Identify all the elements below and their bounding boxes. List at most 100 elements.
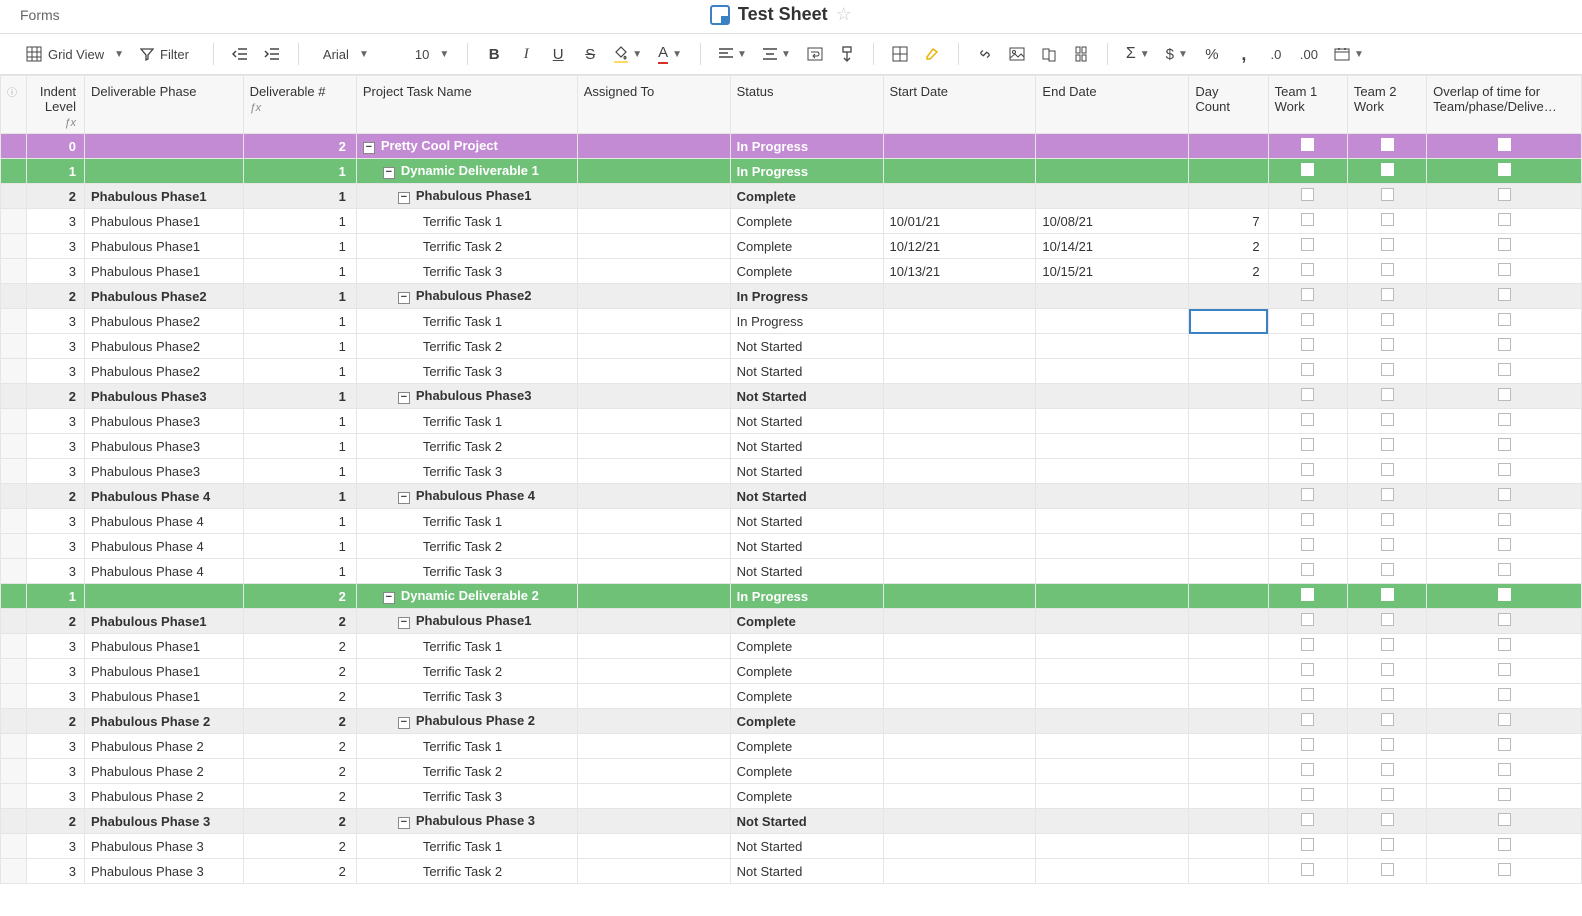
cell-team2[interactable] bbox=[1347, 159, 1426, 184]
cell-task[interactable]: −Phabulous Phase 2 bbox=[356, 709, 577, 734]
cell-overlap[interactable] bbox=[1427, 809, 1582, 834]
cell-sdate[interactable] bbox=[883, 834, 1036, 859]
cell-status[interactable]: Complete bbox=[730, 634, 883, 659]
cell-team1[interactable] bbox=[1268, 284, 1347, 309]
cell-sdate[interactable] bbox=[883, 759, 1036, 784]
cell-status[interactable]: In Progress bbox=[730, 284, 883, 309]
cell-sdate[interactable] bbox=[883, 359, 1036, 384]
cell-team2[interactable] bbox=[1347, 209, 1426, 234]
cell-assign[interactable] bbox=[577, 584, 730, 609]
row-handle[interactable] bbox=[1, 859, 27, 884]
cell-sdate[interactable] bbox=[883, 659, 1036, 684]
cell-status[interactable]: Not Started bbox=[730, 459, 883, 484]
checkbox-icon[interactable] bbox=[1301, 338, 1314, 351]
cell-phase[interactable]: Phabulous Phase 3 bbox=[84, 809, 243, 834]
cell-task[interactable]: −Phabulous Phase 3 bbox=[356, 809, 577, 834]
cell-edate[interactable] bbox=[1036, 509, 1189, 534]
cell-edate[interactable] bbox=[1036, 659, 1189, 684]
cell-status[interactable]: Not Started bbox=[730, 359, 883, 384]
cell-task[interactable]: Terrific Task 1 bbox=[356, 634, 577, 659]
checkbox-icon[interactable] bbox=[1301, 688, 1314, 701]
cell-indent[interactable]: 0 bbox=[27, 134, 85, 159]
checkbox-icon[interactable] bbox=[1301, 463, 1314, 476]
checkbox-icon[interactable] bbox=[1498, 788, 1511, 801]
checkbox-icon[interactable] bbox=[1381, 313, 1394, 326]
font-size-select[interactable]: 10▼ bbox=[403, 40, 455, 68]
checkbox-icon[interactable] bbox=[1498, 638, 1511, 651]
cell-edate[interactable] bbox=[1036, 609, 1189, 634]
cell-deliv[interactable]: 1 bbox=[243, 359, 356, 384]
checkbox-icon[interactable] bbox=[1381, 538, 1394, 551]
checkbox-icon[interactable] bbox=[1498, 138, 1511, 151]
cell-team2[interactable] bbox=[1347, 734, 1426, 759]
checkbox-icon[interactable] bbox=[1381, 638, 1394, 651]
cell-team1[interactable] bbox=[1268, 634, 1347, 659]
checkbox-icon[interactable] bbox=[1498, 463, 1511, 476]
cell-indent[interactable]: 3 bbox=[27, 209, 85, 234]
checkbox-icon[interactable] bbox=[1381, 738, 1394, 751]
cell-assign[interactable] bbox=[577, 334, 730, 359]
cell-phase[interactable]: Phabulous Phase1 bbox=[84, 259, 243, 284]
cell-assign[interactable] bbox=[577, 609, 730, 634]
cell-indent[interactable]: 3 bbox=[27, 659, 85, 684]
cell-task[interactable]: −Dynamic Deliverable 1 bbox=[356, 159, 577, 184]
cell-team1[interactable] bbox=[1268, 134, 1347, 159]
checkbox-icon[interactable] bbox=[1301, 563, 1314, 576]
cell-deliv[interactable]: 2 bbox=[243, 684, 356, 709]
cell-assign[interactable] bbox=[577, 159, 730, 184]
cell-status[interactable]: Complete bbox=[730, 759, 883, 784]
cell-task[interactable]: −Phabulous Phase3 bbox=[356, 384, 577, 409]
cell-sdate[interactable]: 10/13/21 bbox=[883, 259, 1036, 284]
cell-assign[interactable] bbox=[577, 359, 730, 384]
cell-team1[interactable] bbox=[1268, 509, 1347, 534]
checkbox-icon[interactable] bbox=[1301, 788, 1314, 801]
checkbox-icon[interactable] bbox=[1301, 863, 1314, 876]
cell-day[interactable]: 7 bbox=[1189, 209, 1268, 234]
checkbox-icon[interactable] bbox=[1301, 713, 1314, 726]
col-indent[interactable]: IndentLevelƒx bbox=[27, 76, 85, 134]
cell-phase[interactable]: Phabulous Phase 2 bbox=[84, 734, 243, 759]
borders-button[interactable] bbox=[886, 40, 914, 68]
cell-deliv[interactable]: 1 bbox=[243, 284, 356, 309]
format-button[interactable] bbox=[833, 40, 861, 68]
underline-button[interactable]: U bbox=[544, 40, 572, 68]
cell-team2[interactable] bbox=[1347, 684, 1426, 709]
checkbox-icon[interactable] bbox=[1381, 763, 1394, 776]
checkbox-icon[interactable] bbox=[1498, 588, 1511, 601]
cell-deliv[interactable]: 2 bbox=[243, 734, 356, 759]
cell-sdate[interactable] bbox=[883, 284, 1036, 309]
row-handle[interactable] bbox=[1, 634, 27, 659]
cell-task[interactable]: Terrific Task 2 bbox=[356, 234, 577, 259]
indent-button[interactable] bbox=[258, 40, 286, 68]
cell-deliv[interactable]: 1 bbox=[243, 509, 356, 534]
cell-day[interactable] bbox=[1189, 284, 1268, 309]
cell-status[interactable]: Not Started bbox=[730, 384, 883, 409]
cell-team1[interactable] bbox=[1268, 609, 1347, 634]
cell-phase[interactable]: Phabulous Phase1 bbox=[84, 634, 243, 659]
cell-assign[interactable] bbox=[577, 259, 730, 284]
col-deliv[interactable]: Deliverable #ƒx bbox=[243, 76, 356, 134]
cell-team1[interactable] bbox=[1268, 659, 1347, 684]
cell-overlap[interactable] bbox=[1427, 834, 1582, 859]
checkbox-icon[interactable] bbox=[1498, 413, 1511, 426]
cell-task[interactable]: Terrific Task 3 bbox=[356, 684, 577, 709]
checkbox-icon[interactable] bbox=[1301, 413, 1314, 426]
cell-overlap[interactable] bbox=[1427, 859, 1582, 884]
cell-team1[interactable] bbox=[1268, 809, 1347, 834]
cell-sdate[interactable] bbox=[883, 484, 1036, 509]
cell-phase[interactable]: Phabulous Phase2 bbox=[84, 309, 243, 334]
attachment-button[interactable] bbox=[1035, 40, 1063, 68]
cell-deliv[interactable]: 1 bbox=[243, 559, 356, 584]
cell-task[interactable]: Terrific Task 3 bbox=[356, 259, 577, 284]
cell-overlap[interactable] bbox=[1427, 684, 1582, 709]
cell-overlap[interactable] bbox=[1427, 159, 1582, 184]
cell-assign[interactable] bbox=[577, 709, 730, 734]
checkbox-icon[interactable] bbox=[1301, 263, 1314, 276]
cell-sdate[interactable] bbox=[883, 159, 1036, 184]
checkbox-icon[interactable] bbox=[1381, 288, 1394, 301]
comment-button[interactable] bbox=[1067, 40, 1095, 68]
collapse-icon[interactable]: − bbox=[398, 492, 410, 504]
cell-edate[interactable] bbox=[1036, 809, 1189, 834]
cell-phase[interactable]: Phabulous Phase 4 bbox=[84, 509, 243, 534]
cell-status[interactable]: Complete bbox=[730, 734, 883, 759]
